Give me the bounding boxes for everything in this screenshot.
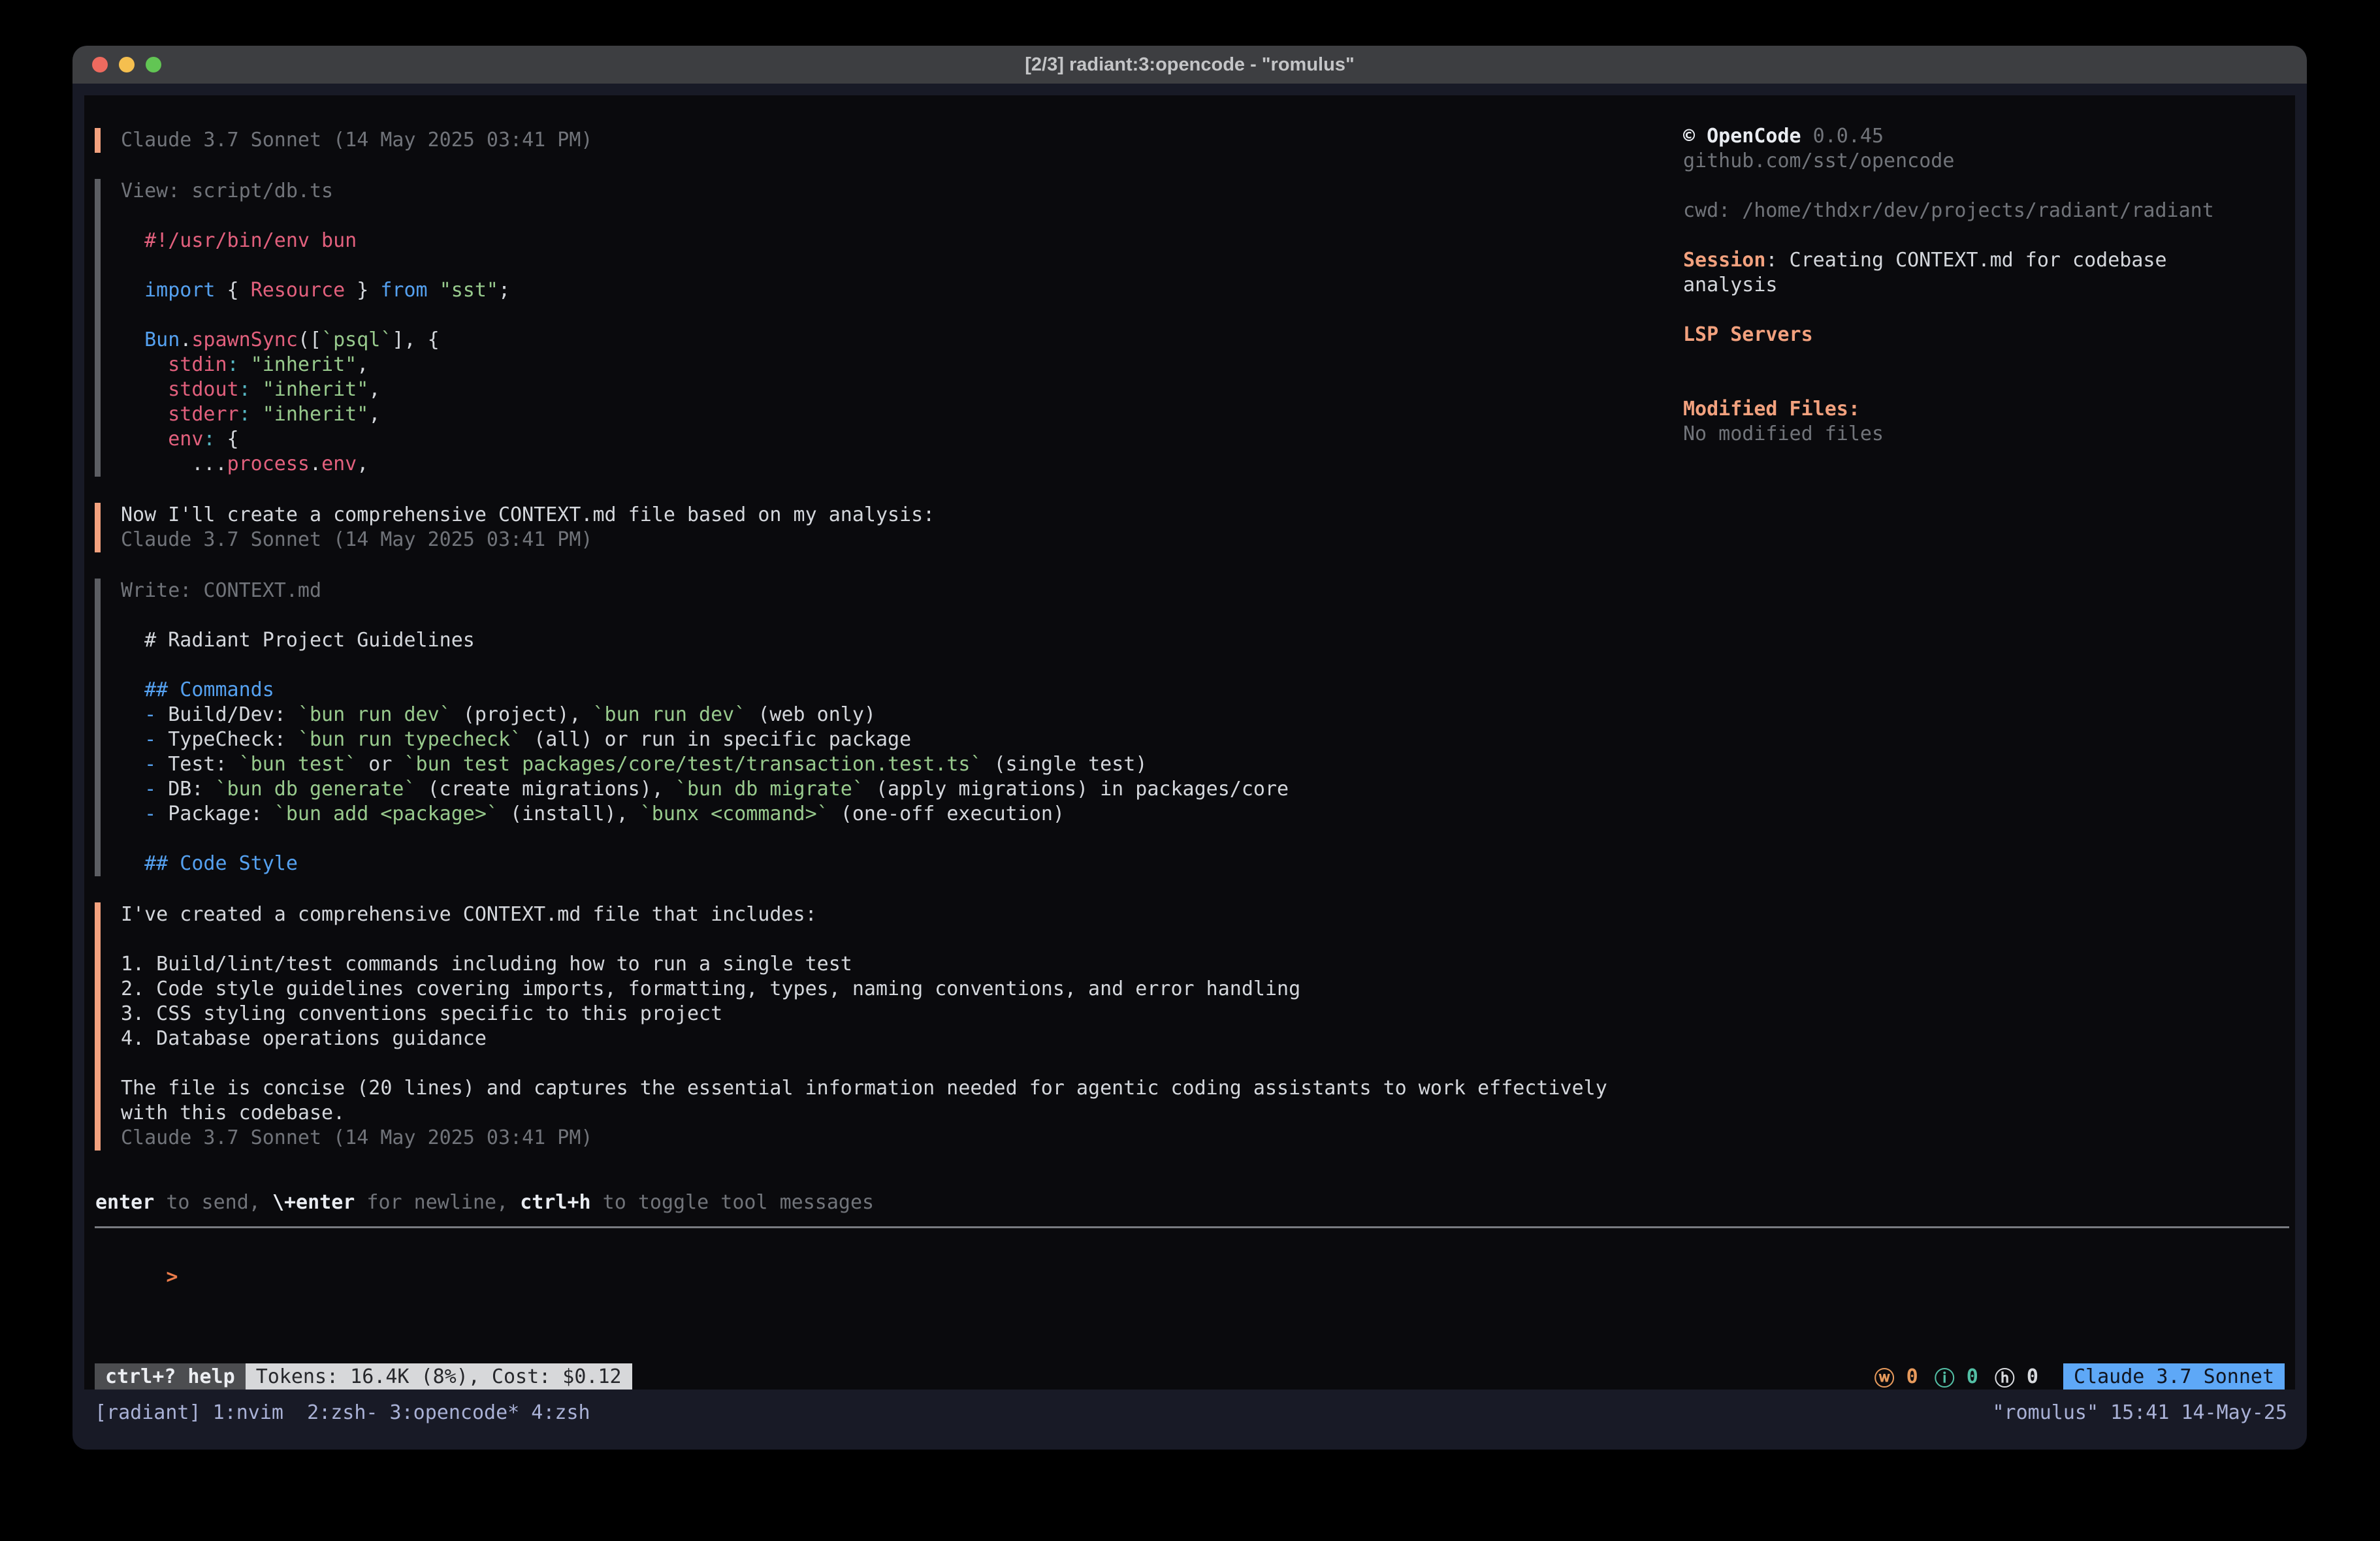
tmux-session-clock: "romulus" 15:41 14-May-25 bbox=[1992, 1399, 2287, 1427]
tokens-cost-badge: Tokens: 16.4K (8%), Cost: $0.12 bbox=[246, 1363, 632, 1390]
prompt-input[interactable]: > bbox=[95, 1240, 178, 1265]
help-keybind-badge: ctrl+? help bbox=[95, 1363, 246, 1390]
terminal-line: stderr: "inherit", bbox=[121, 402, 1626, 427]
diagnostic-icon: ⓘ bbox=[1935, 1362, 1955, 1391]
assistant-message-summary: I've created a comprehensive CONTEXT.md … bbox=[95, 902, 1626, 1151]
terminal-line: cwd: /home/thdxr/dev/projects/radiant/ra… bbox=[1683, 199, 2291, 223]
terminal-line: import { Resource } from "sst"; bbox=[121, 278, 1626, 303]
terminal-line: Modified Files: bbox=[1683, 397, 2291, 422]
terminal-line bbox=[121, 653, 1626, 678]
terminal-line: - DB: `bun db generate` (create migratio… bbox=[121, 777, 1626, 802]
terminal-line bbox=[121, 253, 1626, 278]
terminal-line: analysis bbox=[1683, 273, 2291, 298]
terminal-line bbox=[121, 827, 1626, 851]
diagnostic-teal-counter: ⓘ 0 bbox=[1935, 1362, 1978, 1391]
maximize-button[interactable] bbox=[146, 57, 161, 72]
terminal-line: Bun.spawnSync([`psql`], { bbox=[121, 328, 1626, 353]
terminal-line bbox=[1683, 174, 2291, 199]
input-divider bbox=[95, 1226, 2289, 1228]
tmux-window-list[interactable]: [radiant] 1:nvim 2:zsh- 3:opencode* 4:zs… bbox=[95, 1399, 590, 1427]
terminal-line: No modified files bbox=[1683, 422, 2291, 447]
terminal-line: Session: Creating CONTEXT.md for codebas… bbox=[1683, 248, 2291, 273]
diagnostic-count: 0 bbox=[1955, 1365, 1978, 1388]
session-sidebar: © OpenCode 0.0.45github.com/sst/opencode… bbox=[1683, 124, 2291, 447]
window-title: [2/3] radiant:3:opencode - "romulus" bbox=[72, 46, 2307, 84]
terminal-line: #!/usr/bin/env bun bbox=[121, 229, 1626, 253]
close-button[interactable] bbox=[92, 57, 108, 72]
terminal-line: View: script/db.ts bbox=[121, 179, 1626, 204]
terminal-line bbox=[121, 603, 1626, 628]
terminal-line bbox=[121, 927, 1626, 952]
minimize-button[interactable] bbox=[119, 57, 135, 72]
terminal-line: with this codebase. bbox=[121, 1101, 1626, 1126]
terminal-line: - TypeCheck: `bun run typecheck` (all) o… bbox=[121, 727, 1626, 752]
tmux-status-bar: [radiant] 1:nvim 2:zsh- 3:opencode* 4:zs… bbox=[84, 1399, 2295, 1427]
status-bar-right: ⓦ 0ⓘ 0ⓗ 0 Claude 3.7 Sonnet bbox=[1874, 1362, 2285, 1391]
model-badge: Claude 3.7 Sonnet bbox=[2063, 1363, 2285, 1390]
terminal-line: stdout: "inherit", bbox=[121, 377, 1626, 402]
terminal-line: LSP Servers bbox=[1683, 323, 2291, 347]
terminal-line: 1. Build/lint/test commands including ho… bbox=[121, 952, 1626, 977]
terminal-line: - Test: `bun test` or `bun test packages… bbox=[121, 752, 1626, 777]
diagnostic-fg-counter: ⓗ 0 bbox=[1995, 1362, 2038, 1391]
terminal-line: ## Commands bbox=[121, 678, 1626, 703]
message-header-block: Claude 3.7 Sonnet (14 May 2025 03:41 PM) bbox=[95, 128, 1626, 153]
terminal-line bbox=[1683, 223, 2291, 248]
assistant-message: Now I'll create a comprehensive CONTEXT.… bbox=[95, 503, 1626, 552]
status-bar-left: ctrl+? help Tokens: 16.4K (8%), Cost: $0… bbox=[95, 1363, 632, 1390]
terminal-line: stdin: "inherit", bbox=[121, 353, 1626, 377]
diagnostic-icon: ⓦ bbox=[1874, 1362, 1895, 1391]
terminal-line: ## Code Style bbox=[121, 851, 1626, 876]
diagnostic-icon: ⓗ bbox=[1995, 1362, 2015, 1391]
terminal-line: The file is concise (20 lines) and captu… bbox=[121, 1076, 1626, 1101]
terminal-line bbox=[121, 204, 1626, 229]
terminal-line: 3. CSS styling conventions specific to t… bbox=[121, 1002, 1626, 1026]
terminal-window: [2/3] radiant:3:opencode - "romulus" Cla… bbox=[72, 46, 2307, 1450]
terminal-line: Claude 3.7 Sonnet (14 May 2025 03:41 PM) bbox=[121, 128, 1626, 153]
diagnostic-count: 0 bbox=[2015, 1365, 2038, 1388]
opencode-terminal: Claude 3.7 Sonnet (14 May 2025 03:41 PM)… bbox=[84, 95, 2295, 1390]
terminal-line: ...process.env, bbox=[121, 452, 1626, 477]
terminal-line: - Build/Dev: `bun run dev` (project), `b… bbox=[121, 703, 1626, 727]
terminal-line: # Radiant Project Guidelines bbox=[121, 628, 1626, 653]
terminal-line: © OpenCode 0.0.45 bbox=[1683, 124, 2291, 149]
terminal-line bbox=[1683, 347, 2291, 372]
terminal-line: - Package: `bun add <package>` (install)… bbox=[121, 802, 1626, 827]
terminal-line: Claude 3.7 Sonnet (14 May 2025 03:41 PM) bbox=[121, 528, 1626, 552]
prompt-symbol: > bbox=[166, 1265, 178, 1288]
terminal-line: Claude 3.7 Sonnet (14 May 2025 03:41 PM) bbox=[121, 1126, 1626, 1151]
tool-output-write-context-md: Write: CONTEXT.md # Radiant Project Guid… bbox=[95, 579, 1626, 876]
terminal-line: github.com/sst/opencode bbox=[1683, 149, 2291, 174]
terminal-line bbox=[121, 303, 1626, 328]
tool-output-view-db-ts: View: script/db.ts #!/usr/bin/env bun im… bbox=[95, 179, 1626, 477]
status-bar: ctrl+? help Tokens: 16.4K (8%), Cost: $0… bbox=[95, 1363, 2285, 1390]
diagnostic-orange-counter: ⓦ 0 bbox=[1874, 1362, 1918, 1391]
window-controls bbox=[92, 57, 161, 72]
terminal-line: I've created a comprehensive CONTEXT.md … bbox=[121, 902, 1626, 927]
desktop: { "window": { "title": "[2/3] radiant:3:… bbox=[0, 0, 2380, 1541]
keybind-hints: enter to send, \+enter for newline, ctrl… bbox=[95, 1190, 874, 1215]
terminal-line bbox=[121, 1051, 1626, 1076]
terminal-line: env: { bbox=[121, 427, 1626, 452]
terminal-line: Write: CONTEXT.md bbox=[121, 579, 1626, 603]
diagnostic-count: 0 bbox=[1895, 1365, 1918, 1388]
terminal-line bbox=[1683, 298, 2291, 323]
lsp-diagnostics-counters: ⓦ 0ⓘ 0ⓗ 0 bbox=[1874, 1362, 2038, 1391]
conversation-log: Claude 3.7 Sonnet (14 May 2025 03:41 PM)… bbox=[95, 128, 1626, 1177]
terminal-line bbox=[1683, 372, 2291, 397]
terminal-line: 2. Code style guidelines covering import… bbox=[121, 977, 1626, 1002]
window-titlebar: [2/3] radiant:3:opencode - "romulus" bbox=[72, 46, 2307, 84]
terminal-line: 4. Database operations guidance bbox=[121, 1026, 1626, 1051]
terminal-line: Now I'll create a comprehensive CONTEXT.… bbox=[121, 503, 1626, 528]
